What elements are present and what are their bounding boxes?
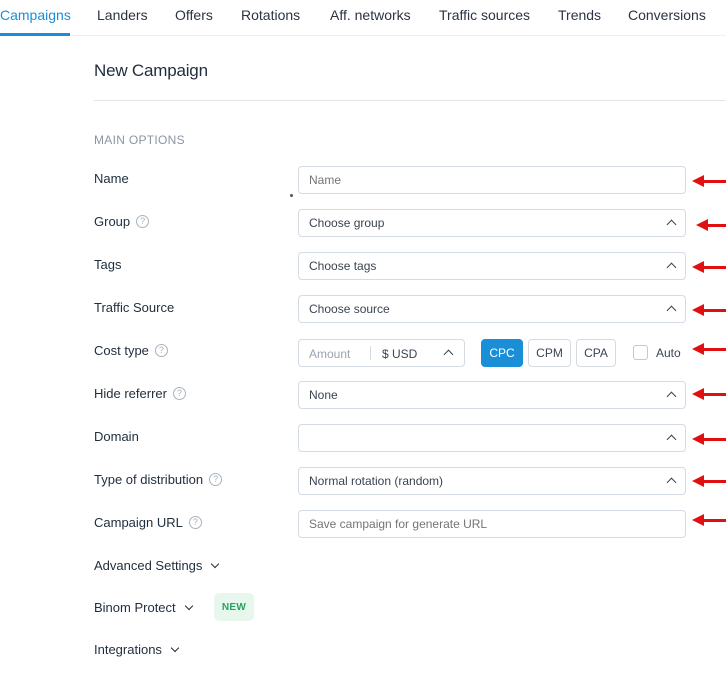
tags-label: Tags	[94, 257, 121, 272]
help-icon[interactable]: ?	[188, 516, 202, 529]
page-title: New Campaign	[94, 61, 208, 80]
domain-label-text: Domain	[94, 429, 139, 444]
tab-landers[interactable]: Landers	[97, 7, 148, 23]
traffic-source-label-text: Traffic Source	[94, 300, 175, 315]
integrations-label: Integrations	[94, 642, 162, 657]
chevron-up-icon	[666, 262, 677, 273]
distribution-select-value: Normal rotation (random)	[309, 474, 444, 488]
cost-amount-field[interactable]: Amount $ USD	[298, 339, 465, 367]
divider	[370, 346, 371, 360]
integrations-toggle[interactable]: Integrations	[94, 642, 180, 657]
help-icon[interactable]: ?	[154, 344, 168, 357]
campaign-url-label-text: Campaign URL	[94, 515, 183, 530]
section-title: MAIN OPTIONS	[94, 133, 185, 147]
name-label-text: Name	[94, 171, 129, 186]
traffic-source-select-value: Choose source	[309, 302, 390, 316]
group-select-value: Choose group	[309, 216, 385, 230]
top-nav: Campaigns Landers Offers Rotations Aff. …	[0, 0, 726, 36]
binom-protect-toggle[interactable]: Binom Protect	[94, 600, 193, 615]
divider	[94, 100, 726, 101]
chevron-up-icon	[666, 219, 677, 230]
tags-select-value: Choose tags	[309, 259, 377, 273]
cost-type-cpm-button[interactable]: CPM	[528, 339, 571, 367]
distribution-label: Type of distribution ?	[94, 472, 223, 487]
cost-type-label: Cost type ?	[94, 343, 168, 358]
tab-trends[interactable]: Trends	[558, 7, 601, 23]
chevron-up-icon	[666, 434, 677, 445]
domain-select[interactable]	[298, 424, 686, 452]
binom-protect-label: Binom Protect	[94, 600, 176, 615]
name-input[interactable]	[298, 166, 686, 194]
hide-referrer-select[interactable]: None	[298, 381, 686, 409]
cost-type-cpc-button[interactable]: CPC	[481, 339, 523, 367]
group-label: Group ?	[94, 214, 150, 229]
auto-checkbox[interactable]	[633, 345, 648, 360]
campaign-url-label: Campaign URL ?	[94, 515, 202, 530]
tab-offers[interactable]: Offers	[175, 7, 213, 23]
domain-label: Domain	[94, 429, 139, 444]
traffic-source-label: Traffic Source	[94, 300, 174, 315]
chevron-up-icon	[666, 305, 677, 316]
chevron-up-icon	[443, 349, 454, 360]
tags-select[interactable]: Choose tags	[298, 252, 686, 280]
tab-campaigns[interactable]: Campaigns	[0, 7, 71, 23]
tab-traffic-sources[interactable]: Traffic sources	[439, 7, 530, 23]
tab-aff-networks[interactable]: Aff. networks	[330, 7, 411, 23]
chevron-down-icon	[184, 601, 193, 610]
amount-input[interactable]: Amount	[309, 347, 350, 361]
group-label-text: Group	[94, 214, 131, 229]
hide-referrer-label-text: Hide referrer	[94, 386, 167, 401]
hide-referrer-label: Hide referrer ?	[94, 386, 186, 401]
advanced-settings-toggle[interactable]: Advanced Settings	[94, 558, 220, 573]
help-icon[interactable]: ?	[209, 473, 223, 486]
help-icon[interactable]: ?	[136, 215, 150, 228]
advanced-settings-label: Advanced Settings	[94, 558, 203, 573]
group-select[interactable]: Choose group	[298, 209, 686, 237]
help-icon[interactable]: ?	[172, 387, 186, 400]
new-badge: NEW	[214, 593, 254, 621]
chevron-down-icon	[211, 559, 220, 568]
auto-label: Auto	[656, 346, 681, 360]
tags-label-text: Tags	[94, 257, 122, 272]
distribution-label-text: Type of distribution	[94, 472, 204, 487]
distribution-select[interactable]: Normal rotation (random)	[298, 467, 686, 495]
name-label: Name	[94, 171, 129, 186]
tab-conversions[interactable]: Conversions	[628, 7, 706, 23]
chevron-down-icon	[170, 643, 180, 652]
cursor-dot	[290, 194, 293, 197]
active-tab-indicator	[0, 33, 70, 36]
campaign-url-input[interactable]	[298, 510, 686, 538]
chevron-up-icon	[666, 391, 677, 402]
chevron-up-icon	[666, 477, 677, 488]
cost-type-label-text: Cost type	[94, 343, 149, 358]
cost-type-cpa-button[interactable]: CPA	[576, 339, 616, 367]
hide-referrer-select-value: None	[309, 388, 338, 402]
traffic-source-select[interactable]: Choose source	[298, 295, 686, 323]
tab-rotations[interactable]: Rotations	[241, 7, 300, 23]
currency-select[interactable]: $ USD	[382, 347, 417, 361]
